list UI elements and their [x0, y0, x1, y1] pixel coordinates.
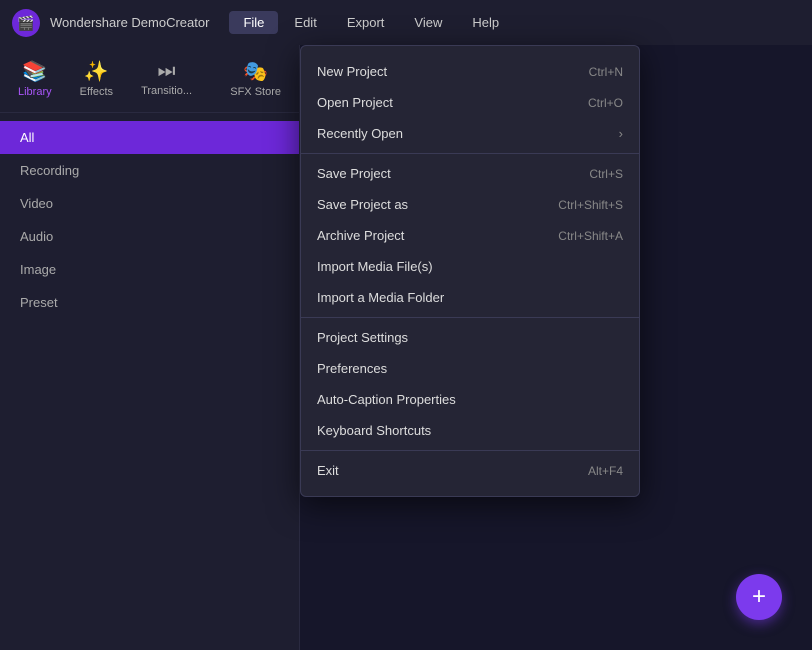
open-project-label: Open Project	[317, 95, 548, 110]
transitions-icon: ⏭	[158, 60, 176, 83]
tab-effects-label: Effects	[80, 86, 113, 98]
archive-project-label: Archive Project	[317, 228, 518, 243]
menu-item-export[interactable]: Export	[333, 11, 399, 34]
menu-group-1: New Project Ctrl+N Open Project Ctrl+O R…	[301, 52, 639, 154]
menu-item-edit[interactable]: Edit	[280, 11, 330, 34]
menu-save-project[interactable]: Save Project Ctrl+S	[301, 158, 639, 189]
app-title: Wondershare DemoCreator	[50, 15, 209, 30]
menu-exit[interactable]: Exit Alt+F4	[301, 455, 639, 486]
fab-icon: +	[752, 583, 766, 611]
svg-text:🎬: 🎬	[17, 15, 34, 32]
save-project-shortcut: Ctrl+S	[589, 167, 623, 181]
menu-item-file[interactable]: File	[229, 11, 278, 34]
exit-label: Exit	[317, 463, 548, 478]
sidebar-item-image[interactable]: Image	[0, 253, 299, 286]
sidebar-item-preset[interactable]: Preset	[0, 286, 299, 319]
tab-transitions[interactable]: ⏭ Transitio...	[127, 54, 206, 103]
save-project-label: Save Project	[317, 166, 549, 181]
keyboard-shortcuts-label: Keyboard Shortcuts	[317, 423, 583, 438]
import-media-folder-label: Import a Media Folder	[317, 290, 583, 305]
effects-icon: ✨	[84, 59, 109, 84]
tab-library-label: Library	[18, 86, 52, 98]
sidebar-item-video[interactable]: Video	[0, 187, 299, 220]
menu-import-media-folder[interactable]: Import a Media Folder	[301, 282, 639, 313]
save-project-as-label: Save Project as	[317, 197, 518, 212]
preferences-label: Preferences	[317, 361, 583, 376]
fab-add-button[interactable]: +	[736, 574, 782, 620]
menu-new-project[interactable]: New Project Ctrl+N	[301, 56, 639, 87]
menu-import-media-files[interactable]: Import Media File(s)	[301, 251, 639, 282]
new-project-label: New Project	[317, 64, 549, 79]
menu-group-3: Project Settings Preferences Auto-Captio…	[301, 318, 639, 451]
new-project-shortcut: Ctrl+N	[589, 65, 623, 79]
left-panel: 📚 Library ✨ Effects ⏭ Transitio... 🎭 SFX…	[0, 45, 300, 650]
tab-transitions-label: Transitio...	[141, 85, 192, 97]
save-project-as-shortcut: Ctrl+Shift+S	[558, 198, 623, 212]
menu-group-4: Exit Alt+F4	[301, 451, 639, 490]
file-dropdown-overlay: New Project Ctrl+N Open Project Ctrl+O R…	[300, 45, 640, 497]
menu-open-project[interactable]: Open Project Ctrl+O	[301, 87, 639, 118]
sidebar-item-all[interactable]: All	[0, 121, 299, 154]
menu-archive-project[interactable]: Archive Project Ctrl+Shift+A	[301, 220, 639, 251]
menu-item-help[interactable]: Help	[458, 11, 513, 34]
app-logo: 🎬	[12, 9, 40, 37]
auto-caption-label: Auto-Caption Properties	[317, 392, 583, 407]
recently-open-label: Recently Open	[317, 126, 611, 141]
sfx-store-label: SFX Store	[230, 86, 281, 98]
toolbar-tabs: 📚 Library ✨ Effects ⏭ Transitio... 🎭 SFX…	[0, 45, 299, 113]
menu-save-project-as[interactable]: Save Project as Ctrl+Shift+S	[301, 189, 639, 220]
menu-project-settings[interactable]: Project Settings	[301, 322, 639, 353]
exit-shortcut: Alt+F4	[588, 464, 623, 478]
sfx-store-icon: 🎭	[243, 59, 268, 84]
menu-recently-open[interactable]: Recently Open ›	[301, 118, 639, 149]
tab-library[interactable]: 📚 Library	[4, 53, 66, 104]
sidebar-item-recording[interactable]: Recording	[0, 154, 299, 187]
menu-bar: File Edit Export View Help	[229, 11, 513, 34]
menu-auto-caption[interactable]: Auto-Caption Properties	[301, 384, 639, 415]
menu-item-view[interactable]: View	[400, 11, 456, 34]
library-icon: 📚	[22, 59, 47, 84]
import-media-files-label: Import Media File(s)	[317, 259, 583, 274]
sidebar-nav: All Recording Video Audio Image Preset	[0, 113, 299, 327]
sidebar-item-audio[interactable]: Audio	[0, 220, 299, 253]
title-bar: 🎬 Wondershare DemoCreator File Edit Expo…	[0, 0, 812, 45]
tab-effects[interactable]: ✨ Effects	[66, 53, 127, 104]
sfx-store-tab[interactable]: 🎭 SFX Store	[216, 53, 295, 104]
menu-keyboard-shortcuts[interactable]: Keyboard Shortcuts	[301, 415, 639, 446]
menu-preferences[interactable]: Preferences	[301, 353, 639, 384]
menu-group-2: Save Project Ctrl+S Save Project as Ctrl…	[301, 154, 639, 318]
open-project-shortcut: Ctrl+O	[588, 96, 623, 110]
archive-project-shortcut: Ctrl+Shift+A	[558, 229, 623, 243]
file-dropdown-menu: New Project Ctrl+N Open Project Ctrl+O R…	[300, 45, 640, 497]
project-settings-label: Project Settings	[317, 330, 583, 345]
recently-open-arrow: ›	[619, 126, 623, 141]
